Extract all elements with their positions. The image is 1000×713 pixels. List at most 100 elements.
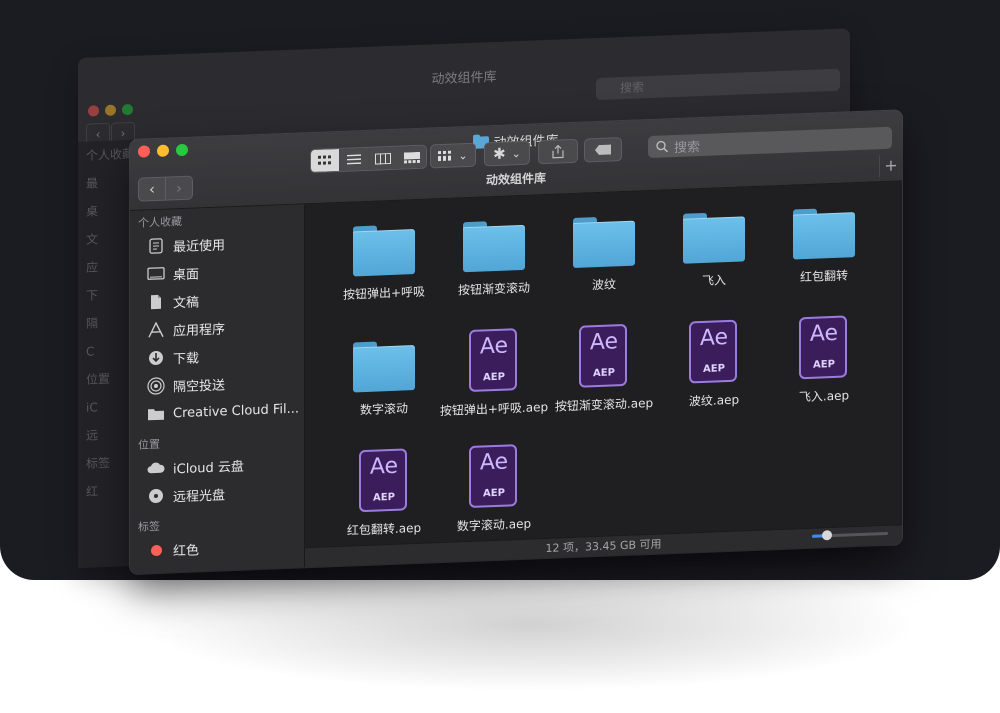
window-shadow: [150, 560, 910, 690]
search-placeholder: 搜索: [674, 139, 701, 156]
aep-badge-bottom: AEP: [813, 358, 835, 371]
folder-item[interactable]: 数字滚动: [329, 331, 439, 420]
file-name-label: 波纹: [591, 277, 616, 293]
zoom-icon: [122, 103, 133, 116]
aep-badge-top: Ae: [699, 325, 729, 352]
aep-badge-bottom: AEP: [593, 367, 615, 380]
sidebar-item-label: 文稿: [173, 294, 200, 311]
gear-icon: ✱: [493, 144, 506, 164]
sidebar-item-favorite-6[interactable]: Creative Cloud Fil...: [130, 394, 304, 429]
back-traffic-lights: [88, 100, 139, 121]
folder-icon: [573, 216, 635, 268]
file-name-label: 红包翻转.aep: [346, 520, 422, 538]
list-view-button[interactable]: [339, 147, 368, 171]
icon-size-slider[interactable]: [812, 530, 888, 541]
downloads-icon: [147, 349, 165, 368]
aep-badge-top: Ae: [589, 329, 619, 356]
close-icon: [88, 105, 99, 117]
folder-icon: [683, 211, 745, 264]
aep-badge-bottom: AEP: [483, 487, 505, 500]
sidebar: 个人收藏 最近使用 桌面 文稿 应用程序 下载 隔空投送 Creative Cloud Fi…: [130, 204, 305, 575]
column-view-button[interactable]: [368, 146, 397, 170]
file-name-label: 红包翻转: [799, 268, 848, 285]
back-sidebar-item: 下: [86, 288, 99, 303]
aep-file-item[interactable]: Ae AEP 按钮渐变滚动.aep: [549, 323, 659, 416]
file-name-label: 飞入: [701, 273, 726, 289]
icon-view-button[interactable]: [311, 148, 339, 173]
tags-button[interactable]: [584, 137, 622, 163]
view-mode-switcher: [310, 144, 427, 174]
search-icon: [656, 140, 668, 153]
file-name-label: 按钮渐变滚动: [457, 280, 530, 298]
back-sidebar: 个人收藏最桌文应下隔 C 位置 iC 远标签红: [78, 140, 130, 568]
minimize-icon: [105, 104, 116, 116]
group-by-button[interactable]: ⌄: [430, 142, 476, 169]
folder-icon: [147, 405, 165, 424]
tag-color-dot-icon: [147, 541, 165, 560]
list-icon: [347, 154, 361, 165]
aep-file-item[interactable]: Ae AEP 飞入.aep: [769, 314, 879, 407]
sidebar-item-label: 应用程序: [173, 321, 226, 339]
aep-file-item[interactable]: Ae AEP 红包翻转.aep: [329, 447, 439, 540]
gallery-view-button[interactable]: [397, 145, 426, 169]
back-sidebar-item: 桌: [86, 204, 99, 219]
aep-badge-top: Ae: [479, 333, 509, 360]
aep-badge-bottom: AEP: [703, 363, 725, 375]
back-sidebar-item: 远: [86, 428, 99, 443]
aep-file-item[interactable]: Ae AEP 数字滚动.aep: [439, 443, 549, 536]
file-name-label: 按钮弹出+呼吸.aep: [439, 399, 549, 419]
back-sidebar-item: 位置: [86, 371, 111, 387]
documents-icon: [147, 293, 165, 312]
gallery-icon: [404, 151, 420, 163]
airdrop-icon: [147, 377, 165, 396]
chevron-down-icon: ⌄: [511, 146, 521, 160]
slider-knob[interactable]: [822, 530, 833, 541]
folder-icon: [463, 220, 525, 273]
aep-badge-top: Ae: [809, 320, 839, 347]
icon-grid-icon: [318, 155, 331, 165]
columns-icon: [375, 152, 391, 165]
folder-icon: [793, 207, 855, 260]
tag-icon: [595, 144, 611, 155]
folder-item[interactable]: 红包翻转: [769, 198, 879, 287]
sidebar-item-label: 下载: [173, 350, 200, 367]
desktop-icon: [147, 265, 165, 284]
status-text: 12 项，33.45 GB 可用: [545, 537, 662, 556]
back-sidebar-item: 个人收藏: [86, 146, 130, 163]
aep-file-item[interactable]: Ae AEP 波纹.aep: [659, 318, 769, 411]
applications-icon: [147, 321, 165, 340]
sidebar-item-label: 远程光盘: [173, 487, 226, 505]
sidebar-item-label: 红色: [173, 542, 200, 559]
back-sidebar-item: 文: [86, 232, 99, 247]
after-effects-file-icon: Ae AEP: [469, 444, 519, 508]
folder-item[interactable]: 飞入: [659, 202, 769, 291]
back-sidebar-item: iC: [86, 400, 98, 415]
after-effects-file-icon: Ae AEP: [359, 448, 409, 513]
aep-badge-top: Ae: [479, 449, 509, 476]
after-effects-file-icon: Ae AEP: [799, 315, 849, 380]
folder-item[interactable]: 按钮弹出+呼吸: [329, 215, 439, 304]
aep-badge-bottom: AEP: [373, 491, 395, 504]
group-grid-icon: [438, 150, 452, 162]
sidebar-item-label: iCloud 云盘: [173, 459, 244, 477]
recents-icon: [147, 237, 165, 256]
action-menu-button[interactable]: ✱ ⌄: [484, 140, 530, 167]
sidebar-item-label: Creative Cloud Fil...: [173, 401, 300, 421]
back-sidebar-item: 红: [86, 484, 99, 499]
after-effects-file-icon: Ae AEP: [469, 328, 519, 392]
file-name-label: 数字滚动.aep: [456, 516, 532, 534]
new-tab-button[interactable]: +: [879, 154, 902, 178]
share-button[interactable]: [538, 138, 578, 165]
folder-item[interactable]: 波纹: [549, 207, 659, 296]
after-effects-file-icon: Ae AEP: [579, 323, 629, 388]
file-name-label: 数字滚动: [359, 401, 408, 418]
file-name-label: 按钮渐变滚动.aep: [554, 395, 654, 414]
aep-badge-top: Ae: [369, 453, 399, 480]
aep-file-item[interactable]: Ae AEP 按钮弹出+呼吸.aep: [439, 327, 549, 420]
sidebar-item-label: 最近使用: [173, 237, 226, 255]
file-name-label: 按钮弹出+呼吸: [342, 284, 426, 302]
sidebar-item-label: 桌面: [173, 266, 200, 283]
folder-item[interactable]: 按钮渐变滚动: [439, 211, 549, 300]
sidebar-item-location-1[interactable]: 远程光盘: [130, 476, 304, 511]
back-sidebar-item: C: [86, 344, 95, 359]
